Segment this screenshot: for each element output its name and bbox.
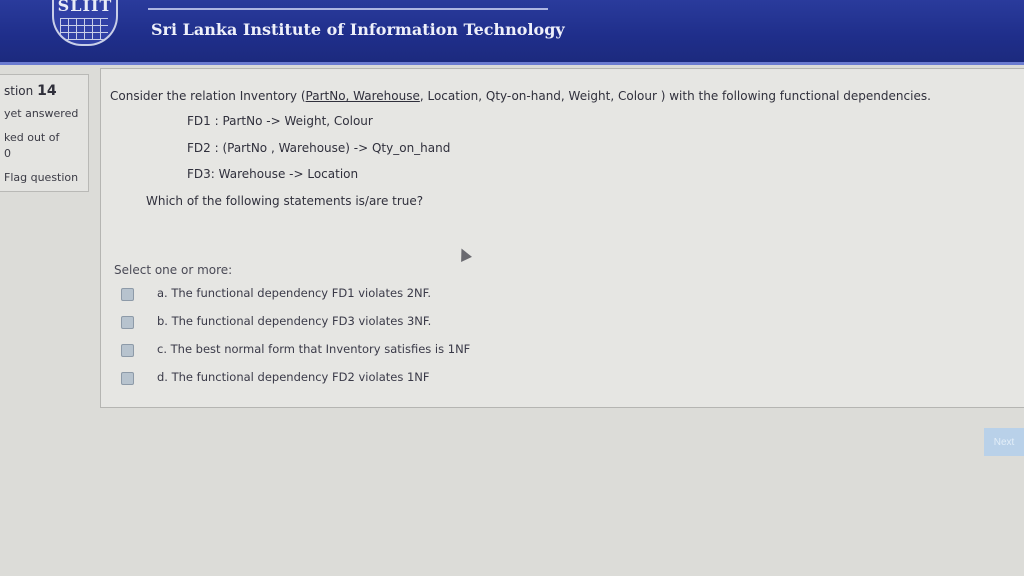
question-info-panel: stion 14 yet answered ked out of 0 Flag … [0, 74, 89, 192]
question-number: stion 14 [4, 83, 57, 99]
question-text: Consider the relation Inventory (PartNo,… [110, 89, 931, 103]
answer-option-c[interactable]: c. The best normal form that Inventory s… [121, 341, 601, 359]
institute-name: Sri Lanka Institute of Information Techn… [151, 20, 565, 39]
marks-value: 0 [4, 147, 11, 160]
checkbox[interactable] [121, 344, 134, 357]
checkbox[interactable] [121, 316, 134, 329]
checkbox[interactable] [121, 288, 134, 301]
logo-text: SLIIT [57, 0, 113, 15]
question-rest: , Location, Qty-on-hand, Weight, Colour … [419, 89, 931, 103]
answer-option-b[interactable]: b. The functional dependency FD3 violate… [121, 313, 601, 331]
answer-option-d[interactable]: d. The functional dependency FD2 violate… [121, 369, 601, 387]
option-label[interactable]: a. The functional dependency FD1 violate… [157, 286, 431, 300]
question-prompt: Which of the following statements is/are… [146, 194, 424, 208]
option-label[interactable]: c. The best normal form that Inventory s… [157, 342, 470, 356]
option-label[interactable]: d. The functional dependency FD2 violate… [157, 370, 430, 384]
answer-option-a[interactable]: a. The functional dependency FD1 violate… [121, 285, 601, 303]
key-attributes: PartNo, Warehouse [305, 89, 420, 103]
sliit-logo[interactable]: SLIIT [52, 0, 118, 46]
fd-item: FD3: Warehouse -> Location [187, 167, 359, 181]
fd-item: FD2 : (PartNo , Warehouse) -> Qty_on_han… [187, 141, 451, 155]
question-number-value: 14 [37, 83, 57, 99]
question-intro: Consider the relation Inventory ( [110, 89, 306, 103]
site-header: SLIIT Sri Lanka Institute of Information… [0, 0, 1024, 65]
select-label: Select one or more: [114, 263, 233, 277]
header-divider [148, 8, 548, 10]
question-content: Consider the relation Inventory (PartNo,… [100, 68, 1024, 408]
checkbox[interactable] [121, 372, 134, 385]
marks-label: ked out of [4, 131, 60, 144]
logo-grid-icon [60, 18, 108, 40]
question-prefix: stion [4, 84, 34, 98]
option-label[interactable]: b. The functional dependency FD3 violate… [157, 314, 431, 328]
next-button[interactable]: Next [984, 428, 1024, 456]
fd-item: FD1 : PartNo -> Weight, Colour [187, 114, 373, 128]
question-state: yet answered [4, 107, 79, 120]
flag-question-link[interactable]: Flag question [4, 171, 78, 184]
